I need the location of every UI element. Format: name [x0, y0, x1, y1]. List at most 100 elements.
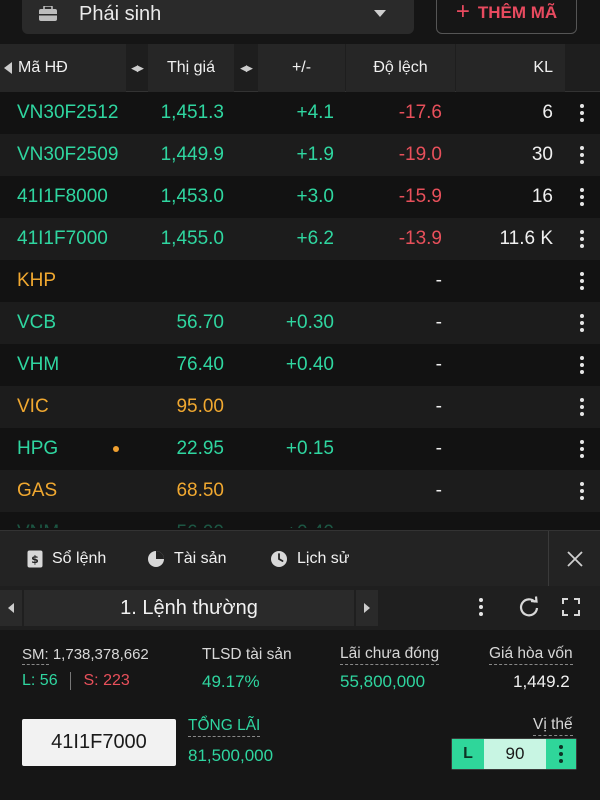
row-change: +4.1 — [296, 102, 334, 123]
row-more-icon[interactable] — [572, 344, 592, 386]
chevron-right-icon — [364, 603, 370, 613]
market-icon — [39, 6, 57, 21]
previous-order-type-button[interactable] — [0, 590, 22, 626]
more-options-icon[interactable] — [479, 598, 483, 616]
row-volume — [456, 428, 553, 470]
row-volume — [456, 302, 553, 344]
total-profit-label: TỔNG LÃI — [188, 717, 261, 737]
order-type-selector[interactable]: 1. Lệnh thường — [24, 590, 354, 626]
close-icon — [566, 551, 583, 567]
column-header-diff[interactable]: Độ lệch — [346, 44, 455, 92]
row-code[interactable]: VIC — [17, 386, 49, 428]
row-code[interactable]: VN30F2509 — [17, 134, 118, 176]
watchlist-table: VN30F2512 1,451.3 +4.1 -17.6 6 VN30F2509… — [0, 92, 600, 528]
order-book-icon: $ — [27, 550, 43, 568]
next-order-type-button[interactable] — [356, 590, 378, 626]
tab-order-book[interactable]: $ Sổ lệnh — [27, 531, 106, 587]
column-swap-icon[interactable]: ◀▶ — [235, 44, 257, 92]
row-volume: 16 — [531, 186, 553, 207]
position-label: Vị thế — [533, 716, 573, 736]
row-volume: 30 — [531, 144, 553, 165]
row-change: +3.0 — [296, 186, 334, 207]
row-price: 56.90 — [126, 512, 224, 528]
row-more-icon[interactable] — [572, 260, 592, 302]
row-diff: - — [435, 438, 442, 459]
table-row[interactable]: VIC 95.00 - — [0, 386, 600, 428]
row-more-icon[interactable] — [572, 470, 592, 512]
refresh-icon[interactable] — [518, 596, 540, 618]
row-price: 68.50 — [176, 480, 224, 501]
row-price: 76.40 — [176, 354, 224, 375]
row-diff: -13.9 — [398, 228, 442, 249]
contract-code-input[interactable]: 41I1F7000 — [22, 719, 176, 766]
tlsd-label: TLSD tài sản — [202, 646, 292, 663]
position-quantity: 90 — [484, 739, 546, 769]
row-change: +0.40 — [240, 512, 334, 528]
purchasing-power: SM: 1,738,378,662 — [22, 646, 149, 665]
add-symbol-button[interactable]: + THÊM MÃ — [436, 0, 577, 34]
row-more-icon[interactable] — [572, 176, 592, 218]
row-diff: -19.0 — [398, 144, 442, 165]
row-diff: - — [435, 396, 442, 417]
row-code[interactable]: VHM — [17, 344, 59, 386]
table-row[interactable]: VN30F2509 1,449.9 +1.9 -19.0 30 — [0, 134, 600, 176]
table-row[interactable]: VN30F2512 1,451.3 +4.1 -17.6 6 — [0, 92, 600, 134]
market-selector[interactable]: Phái sinh — [22, 0, 414, 34]
chevron-down-icon — [374, 10, 386, 17]
table-row[interactable]: KHP - — [0, 260, 600, 302]
row-code[interactable]: HPG — [17, 428, 58, 470]
row-code[interactable]: KHP — [17, 260, 56, 302]
tab-assets[interactable]: Tài sản — [147, 531, 226, 587]
close-panel-button[interactable] — [548, 531, 600, 587]
table-row[interactable]: 41I1F7000 1,455.0 +6.2 -13.9 11.6 K — [0, 218, 600, 260]
row-diff: -17.6 — [398, 102, 442, 123]
column-swap-icon[interactable]: ◀▶ — [126, 44, 148, 92]
position-badge[interactable]: L 90 — [451, 738, 577, 770]
row-code[interactable]: 41I1F7000 — [17, 218, 108, 260]
column-header-change[interactable]: +/- — [258, 44, 345, 92]
row-price: 1,451.3 — [160, 102, 224, 123]
order-panel: 1. Lệnh thường SM: 1,738,378,662 L: 56 S… — [0, 586, 600, 800]
row-change: +0.15 — [285, 438, 334, 459]
row-change: +0.30 — [285, 312, 334, 333]
row-volume: 11.6 K — [499, 228, 553, 249]
plus-icon: + — [455, 0, 470, 25]
expand-icon[interactable] — [562, 598, 580, 616]
position-more-icon[interactable] — [546, 739, 576, 769]
status-dot — [113, 446, 119, 452]
position-side: L — [452, 739, 484, 769]
column-header-code[interactable]: Mã HĐ — [0, 44, 126, 92]
column-header-price[interactable]: Thị giá — [148, 44, 234, 92]
table-header: Mã HĐ ◀▶ Thị giá ◀▶ +/- Độ lệch KL — [0, 44, 600, 92]
row-code[interactable]: 41I1F8000 — [17, 176, 108, 218]
row-diff: -15.9 — [398, 186, 442, 207]
market-label: Phái sinh — [79, 3, 162, 25]
row-diff: - — [435, 312, 442, 333]
row-code[interactable]: GAS — [17, 470, 57, 512]
row-more-icon[interactable] — [572, 386, 592, 428]
top-bar: Phái sinh + THÊM MÃ — [0, 0, 600, 44]
row-more-icon[interactable] — [572, 92, 592, 134]
row-change: +1.9 — [296, 144, 334, 165]
row-code[interactable]: VNM — [17, 512, 59, 528]
breakeven-value: 1,449.2 — [513, 672, 570, 691]
table-row[interactable]: 41I1F8000 1,453.0 +3.0 -15.9 16 — [0, 176, 600, 218]
row-more-icon[interactable] — [572, 218, 592, 260]
row-more-icon[interactable] — [572, 428, 592, 470]
row-code[interactable]: VCB — [17, 302, 56, 344]
row-more-icon[interactable] — [572, 134, 592, 176]
table-row[interactable]: VCB 56.70 +0.30 - — [0, 302, 600, 344]
table-row[interactable]: VNM 56.90 +0.40 — [0, 512, 600, 528]
total-profit-value: 81,500,000 — [188, 746, 274, 765]
table-row[interactable]: VHM 76.40 +0.40 - — [0, 344, 600, 386]
row-change: +0.40 — [285, 354, 334, 375]
table-row[interactable]: HPG 22.95 +0.15 - — [0, 428, 600, 470]
long-short-count: L: 56 S: 223 — [22, 672, 130, 690]
row-price: 1,455.0 — [160, 228, 224, 249]
tab-history[interactable]: Lịch sử — [270, 531, 350, 587]
column-header-volume[interactable]: KL — [456, 44, 565, 92]
table-row[interactable]: GAS 68.50 - — [0, 470, 600, 512]
row-price: 56.70 — [176, 312, 224, 333]
row-more-icon[interactable] — [572, 302, 592, 344]
row-code[interactable]: VN30F2512 — [17, 92, 118, 134]
